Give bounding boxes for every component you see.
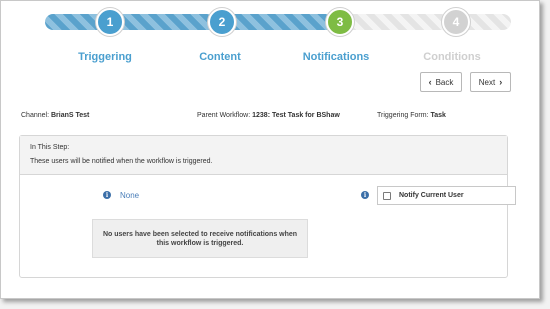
notifications-panel: In This Step: These users will be notifi… bbox=[19, 135, 516, 278]
notify-current-user-checkbox[interactable] bbox=[383, 191, 391, 200]
workflow-window: 1 2 3 4 Triggering Content Notifications… bbox=[0, 0, 540, 299]
next-button[interactable]: Next › bbox=[470, 72, 511, 92]
info-icon[interactable]: i bbox=[103, 191, 111, 199]
channel-info: Channel: BrianS Test bbox=[21, 112, 89, 119]
channel-label: Channel: bbox=[21, 112, 50, 119]
panel-title: In This Step: bbox=[30, 144, 70, 151]
step-4-circle: 4 bbox=[442, 8, 470, 36]
parent-workflow-info: Parent Workflow: 1238: Test Task for BSh… bbox=[197, 112, 340, 119]
next-button-label: Next bbox=[478, 77, 496, 87]
progress-track-complete bbox=[45, 14, 341, 30]
parent-workflow-value: 1238: Test Task for BShaw bbox=[252, 112, 340, 119]
step-1-circle[interactable]: 1 bbox=[96, 8, 124, 36]
panel-description: These users will be notified when the wo… bbox=[30, 158, 213, 165]
triggering-form-label: Triggering Form: bbox=[377, 112, 429, 119]
panel-header: In This Step: These users will be notifi… bbox=[20, 136, 507, 175]
info-icon[interactable]: i bbox=[361, 191, 369, 199]
triggering-form-info: Triggering Form: Task bbox=[377, 112, 446, 119]
back-button-label: Back bbox=[435, 77, 454, 87]
step-content-label[interactable]: Content bbox=[199, 51, 241, 63]
chevron-right-icon: › bbox=[499, 77, 503, 87]
step-triggering-label[interactable]: Triggering bbox=[78, 51, 132, 63]
selected-users-link[interactable]: None bbox=[120, 191, 139, 200]
triggering-form-value: Task bbox=[430, 112, 446, 119]
channel-value: BrianS Test bbox=[50, 112, 90, 119]
notify-current-user-field[interactable]: Notify Current User bbox=[377, 186, 516, 205]
step-3-circle[interactable]: 3 bbox=[326, 8, 354, 36]
progress-track-remaining bbox=[331, 14, 511, 30]
step-2-circle[interactable]: 2 bbox=[208, 8, 236, 36]
chevron-left-icon: ‹ bbox=[428, 77, 432, 87]
parent-workflow-label: Parent Workflow: bbox=[197, 112, 251, 119]
step-conditions-label: Conditions bbox=[423, 51, 481, 63]
empty-users-message: No users have been selected to receive n… bbox=[92, 219, 308, 258]
step-notifications-label[interactable]: Notifications bbox=[303, 51, 370, 63]
notify-current-user-label: Notify Current User bbox=[399, 192, 464, 199]
back-button[interactable]: ‹ Back bbox=[420, 72, 462, 92]
